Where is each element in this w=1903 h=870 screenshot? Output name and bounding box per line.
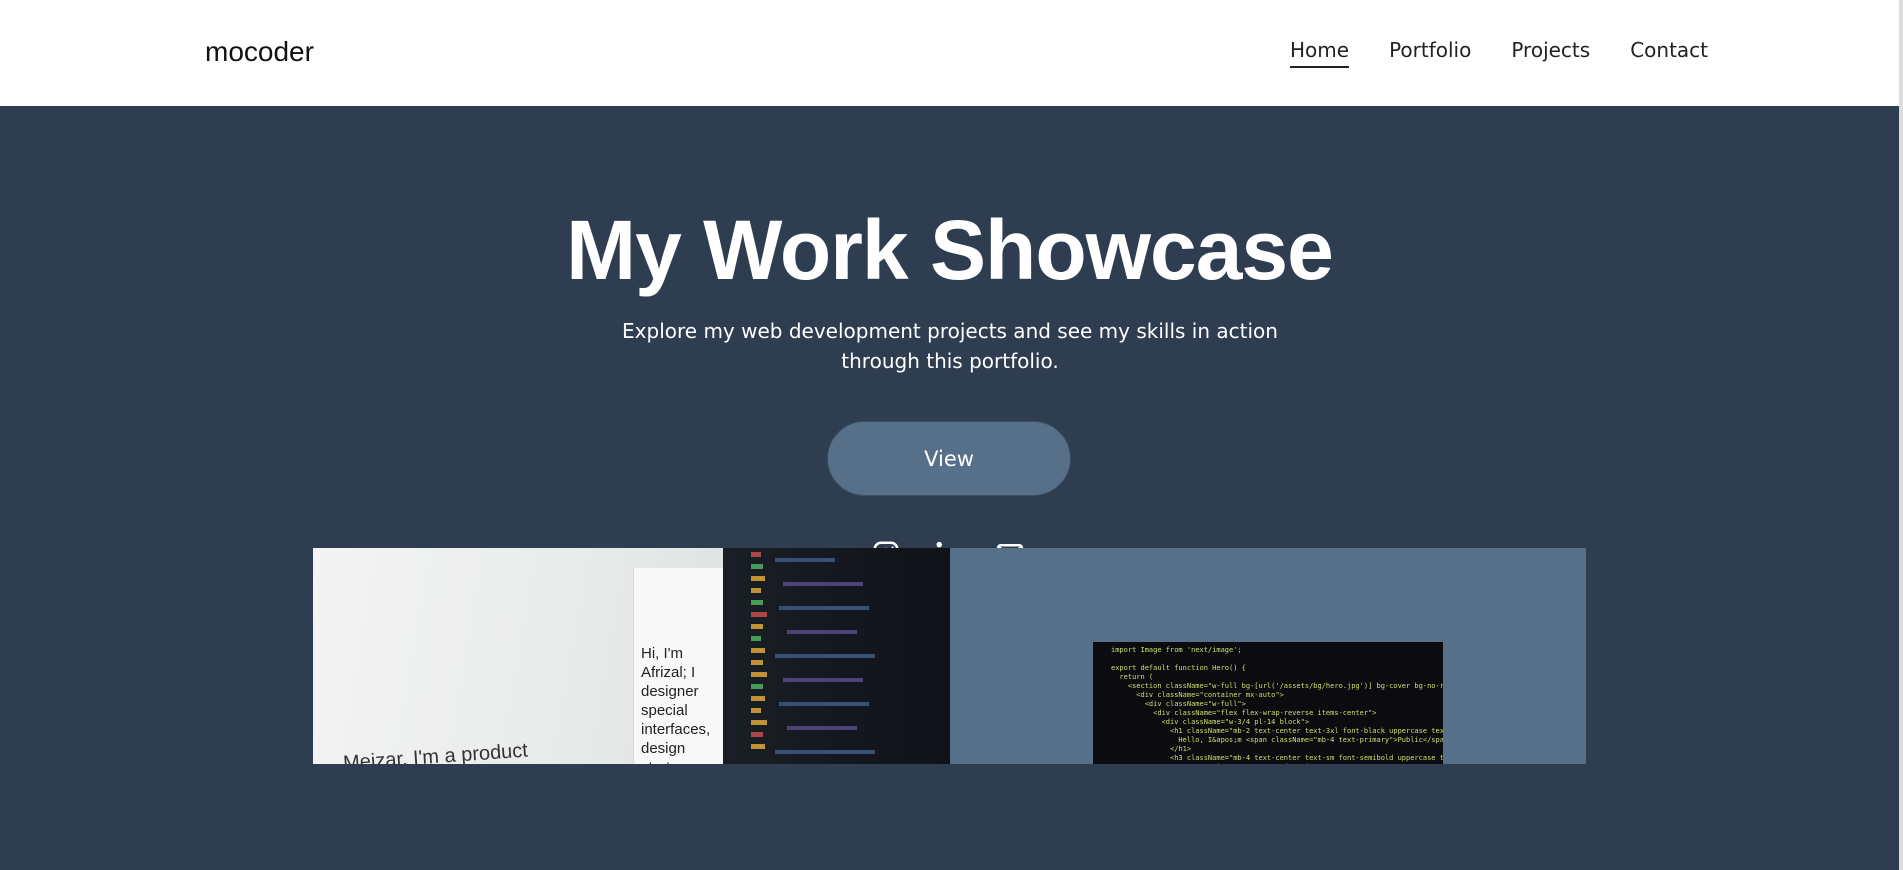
- brand-logo[interactable]: mocoder: [205, 36, 314, 68]
- hero-title: My Work Showcase: [566, 203, 1334, 297]
- page-scrollbar[interactable]: [1899, 0, 1903, 870]
- screenshot-sidebar-text: Hi, I'm Afrizal; I designer special inte…: [641, 645, 711, 764]
- nav-home-link[interactable]: Home: [1290, 38, 1350, 68]
- main-nav: Home Portfolio Projects Contact: [1290, 38, 1708, 68]
- nav-portfolio-link[interactable]: Portfolio: [1389, 38, 1471, 68]
- code-screenshot: import Image from 'next/image'; export d…: [1093, 642, 1443, 764]
- nav-projects-link[interactable]: Projects: [1511, 38, 1590, 68]
- nav-contact-link[interactable]: Contact: [1630, 38, 1708, 68]
- view-button[interactable]: View: [827, 421, 1071, 496]
- project-card-2[interactable]: import Image from 'next/image'; export d…: [950, 548, 1586, 764]
- project-card-1[interactable]: Hi, I'm Afrizal; I designer special inte…: [313, 548, 950, 764]
- top-navbar: mocoder Home Portfolio Projects Contact: [0, 0, 1903, 106]
- screenshot-code-editor: [723, 548, 950, 764]
- hero-subtitle: Explore my web development projects and …: [622, 319, 1278, 373]
